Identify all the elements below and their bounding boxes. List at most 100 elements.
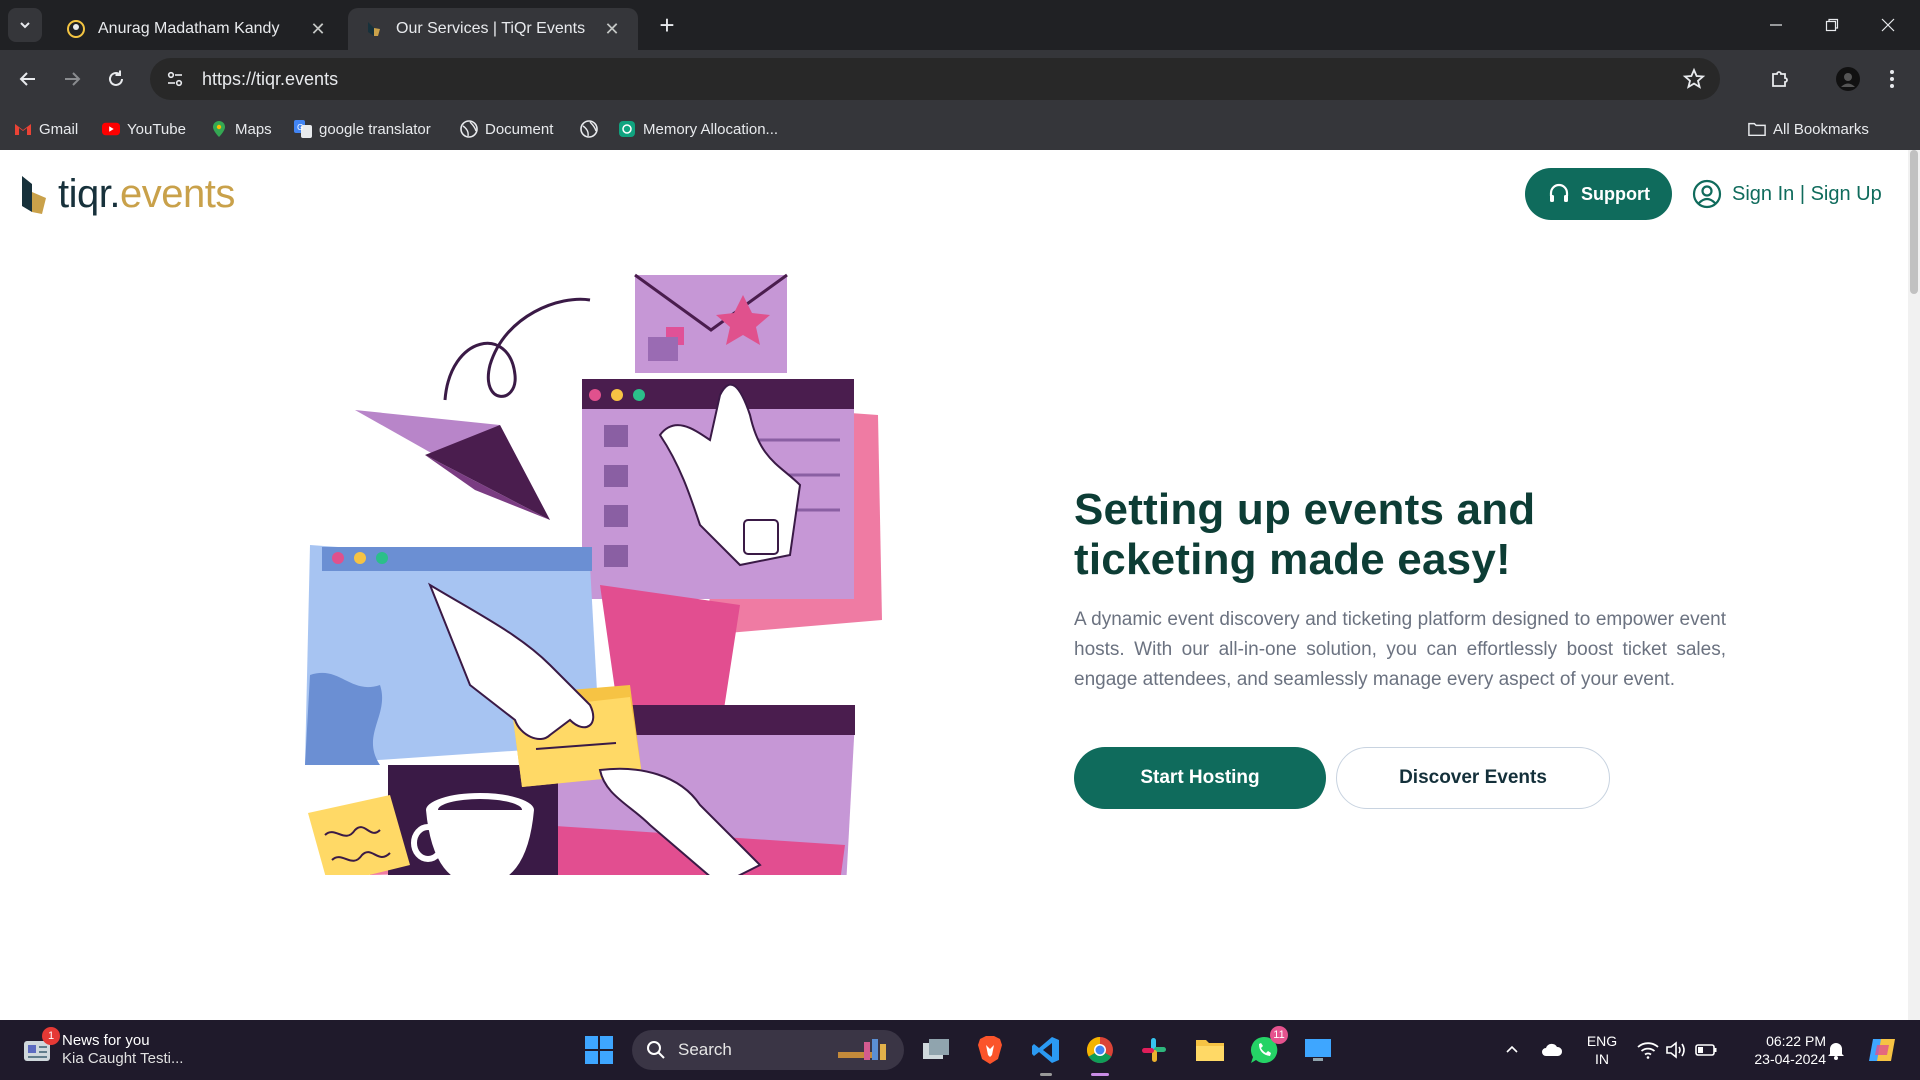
restore-button[interactable] — [1804, 0, 1860, 50]
forward-button[interactable] — [56, 63, 88, 95]
bookmark-youtube[interactable]: YouTube — [102, 118, 186, 140]
news-widget[interactable]: 1 News for you Kia Caught Testi... — [22, 1027, 184, 1070]
taskbar-slack[interactable] — [1136, 1032, 1172, 1068]
globe-icon — [580, 120, 598, 138]
back-button[interactable] — [12, 63, 44, 95]
hero-heading-line-1: Setting up events and — [1074, 485, 1536, 534]
vscode-icon — [1032, 1037, 1059, 1063]
taskbar-vscode[interactable] — [1028, 1032, 1064, 1076]
tiqr-favicon-icon — [364, 19, 384, 39]
browser-menu-button[interactable] — [1878, 65, 1906, 93]
copilot-icon — [1869, 1039, 1895, 1061]
extensions-button[interactable] — [1766, 65, 1794, 93]
bookmark-star-icon[interactable] — [1682, 67, 1706, 91]
youtube-icon — [102, 120, 120, 138]
language-indicator[interactable]: ENG IN — [1584, 1032, 1620, 1068]
logo-wordmark: tiqr.events — [58, 172, 235, 216]
taskbar-task-view[interactable] — [918, 1032, 954, 1068]
hero-heading: Setting up events and ticketing made eas… — [1074, 485, 1726, 585]
whatsapp-badge: 11 — [1270, 1026, 1288, 1044]
tray-onedrive[interactable] — [1540, 1038, 1564, 1062]
address-bar[interactable]: https://tiqr.events — [150, 58, 1720, 100]
chevron-down-icon — [20, 22, 30, 29]
tab-search-button[interactable] — [8, 8, 42, 42]
browser-tab-bar: Anurag Madatham Kandy ✕ Our Services | T… — [0, 0, 1920, 50]
news-subtitle: Kia Caught Testi... — [62, 1050, 184, 1067]
folder-icon — [1196, 1040, 1224, 1061]
avatar-icon — [1836, 67, 1860, 91]
bookmark-gmail[interactable]: Gmail — [14, 118, 78, 140]
headset-icon — [1549, 183, 1569, 202]
discover-events-button[interactable]: Discover Events — [1336, 747, 1610, 809]
tab-title: Our Services | TiQr Events — [396, 20, 586, 37]
minimize-button[interactable] — [1748, 0, 1804, 50]
windows-start-icon[interactable] — [584, 1035, 614, 1065]
hero-heading-line-2: ticketing made easy! — [1074, 535, 1511, 584]
support-label: Support — [1581, 183, 1650, 204]
hero-illustration — [305, 273, 882, 875]
tray-wifi[interactable] — [1636, 1038, 1660, 1062]
clock-time: 06:22 PM — [1766, 1033, 1826, 1049]
taskbar-remote-desktop[interactable] — [1300, 1032, 1336, 1068]
user-circle-icon — [1692, 179, 1722, 209]
all-bookmarks[interactable]: All Bookmarks — [1748, 118, 1869, 140]
maps-pin-icon — [210, 120, 228, 138]
taskbar-file-explorer[interactable] — [1192, 1032, 1228, 1068]
start-hosting-button[interactable]: Start Hosting — [1074, 747, 1326, 809]
translate-icon: G — [294, 120, 312, 138]
tab-tiqr-events[interactable]: Our Services | TiQr Events ✕ — [348, 8, 638, 50]
globe-icon — [460, 120, 478, 138]
search-highlight-icon — [838, 1039, 886, 1060]
chevron-up-icon — [1506, 1045, 1518, 1053]
bookmark-globe[interactable] — [580, 118, 605, 140]
tab-title: Anurag Madatham Kandy — [98, 20, 280, 37]
tray-overflow[interactable] — [1500, 1038, 1524, 1062]
bookmark-google-translator[interactable]: G google translator — [294, 118, 431, 140]
url-text[interactable]: https://tiqr.events — [202, 69, 338, 90]
profile-avatar[interactable] — [1834, 65, 1862, 93]
sign-in-label: Sign In | Sign Up — [1732, 182, 1882, 205]
bookmark-memory-allocation[interactable]: Memory Allocation... — [618, 118, 778, 140]
close-icon[interactable]: ✕ — [308, 19, 328, 39]
bookmark-maps[interactable]: Maps — [210, 118, 272, 140]
taskbar-brave[interactable] — [972, 1032, 1008, 1068]
tray-volume[interactable] — [1664, 1038, 1688, 1062]
site-logo[interactable]: tiqr.events — [20, 172, 235, 217]
gmail-icon — [14, 120, 32, 138]
bookmark-document[interactable]: Document — [460, 118, 553, 140]
monitor-icon — [1305, 1039, 1331, 1061]
close-icon[interactable]: ✕ — [602, 19, 622, 39]
page-scrollbar[interactable] — [1908, 150, 1920, 1020]
sign-in-link[interactable]: Sign In | Sign Up — [1692, 176, 1882, 212]
clock-date: 23-04-2024 — [1754, 1051, 1826, 1067]
close-icon — [1881, 18, 1895, 32]
tray-notifications[interactable] — [1824, 1038, 1848, 1062]
bell-icon — [1828, 1043, 1844, 1060]
minimize-icon — [1770, 24, 1782, 26]
reload-button[interactable] — [100, 63, 132, 95]
battery-icon — [1695, 1044, 1717, 1056]
tray-battery[interactable] — [1694, 1038, 1718, 1062]
taskbar-whatsapp[interactable]: 11 — [1246, 1026, 1288, 1068]
site-info-icon[interactable] — [154, 58, 196, 100]
tab-profile[interactable]: Anurag Madatham Kandy ✕ — [50, 8, 344, 50]
bookmarks-bar: Gmail YouTube Maps G google translator D… — [0, 108, 1920, 150]
taskbar-search[interactable]: Search — [632, 1030, 904, 1070]
reload-icon — [109, 70, 123, 86]
new-tab-button[interactable]: + — [652, 10, 682, 40]
arrow-right-icon — [65, 72, 81, 86]
brave-icon — [978, 1036, 1002, 1064]
search-label: Search — [678, 1040, 732, 1059]
taskbar-clock[interactable]: 06:22 PM 23-04-2024 — [1732, 1032, 1826, 1068]
support-button[interactable]: Support — [1525, 168, 1672, 220]
scrollbar-thumb[interactable] — [1910, 150, 1918, 294]
tray-copilot[interactable] — [1866, 1034, 1898, 1066]
browser-toolbar: https://tiqr.events — [0, 50, 1920, 108]
speaker-icon — [1666, 1041, 1685, 1059]
taskbar-chrome[interactable] — [1082, 1032, 1118, 1076]
news-badge: 1 — [42, 1027, 60, 1045]
tiqr-logo-icon — [22, 175, 46, 214]
close-window-button[interactable] — [1860, 0, 1916, 50]
cloud-icon — [1542, 1043, 1563, 1056]
web-page: tiqr.events Support Sign In | Sign Up Se… — [0, 150, 1908, 1020]
